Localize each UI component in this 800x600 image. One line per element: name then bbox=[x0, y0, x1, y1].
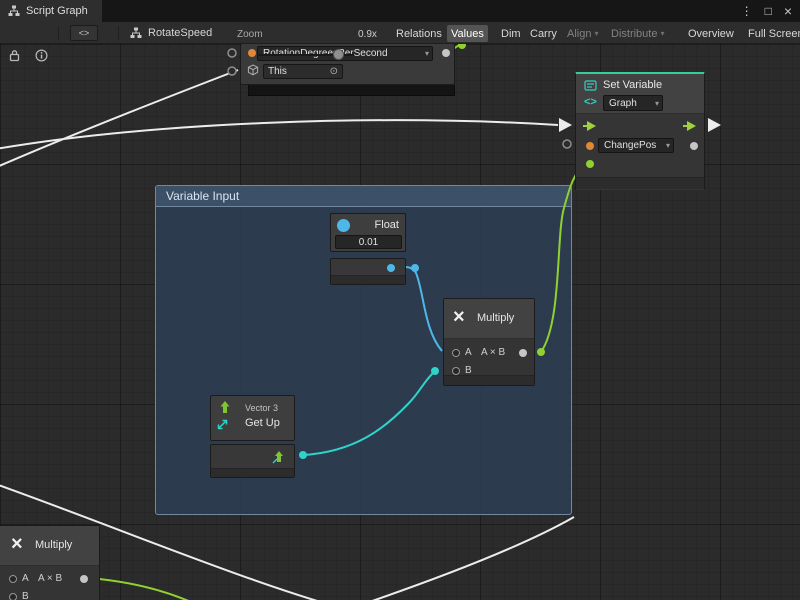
chevron-down-icon: ▾ bbox=[662, 141, 670, 150]
node-multiply[interactable]: × Multiply A A × B B bbox=[443, 298, 535, 386]
zoom-label: Zoom bbox=[237, 29, 263, 40]
overview-button[interactable]: Overview bbox=[684, 25, 738, 42]
values-button[interactable]: Values bbox=[447, 25, 488, 42]
port-label-b: B bbox=[22, 591, 29, 600]
node-set-variable[interactable]: Set Variable <> Graph ▾ ChangePos ▾ bbox=[575, 72, 705, 190]
node-rotation-variable[interactable]: RotationDegreesPerSecond ▾ This ⊙ bbox=[240, 44, 455, 85]
title-bar: Script Graph ⋮ □ × bbox=[0, 0, 800, 22]
port-input-b[interactable] bbox=[9, 593, 17, 600]
diagonal-arrows-icon bbox=[216, 418, 229, 431]
vector-output-port-icon[interactable] bbox=[271, 450, 287, 465]
set-variable-name-dropdown[interactable]: ChangePos ▾ bbox=[598, 138, 674, 153]
carry-button[interactable]: Carry bbox=[526, 25, 561, 42]
chevron-down-icon: ▾ bbox=[421, 49, 429, 58]
set-variable-name: ChangePos bbox=[604, 140, 656, 151]
node-float-body[interactable] bbox=[330, 258, 406, 285]
variable-kind: Graph bbox=[609, 98, 637, 109]
zoom-value: 0.9x bbox=[358, 29, 377, 40]
dim-button[interactable]: Dim bbox=[497, 25, 525, 42]
group-title: Variable Input bbox=[166, 189, 239, 203]
script-graph-icon bbox=[8, 5, 20, 17]
variable-kind-dropdown[interactable]: Graph ▾ bbox=[603, 95, 663, 111]
multiply-icon: × bbox=[453, 307, 465, 327]
set-variable-icon bbox=[584, 79, 597, 92]
code-icon: <> bbox=[584, 96, 597, 108]
distribute-button[interactable]: Distribute ▾ bbox=[607, 25, 668, 42]
code-view-button[interactable]: <> bbox=[70, 25, 98, 41]
lock-icon[interactable] bbox=[9, 49, 20, 62]
node-get-up-body[interactable] bbox=[210, 444, 295, 478]
graph-toolbar: <> RotateSpeed Zoom 0.9x Relations Value… bbox=[0, 22, 800, 44]
up-arrow-icon bbox=[219, 400, 231, 414]
chevron-down-icon: ▾ bbox=[594, 29, 598, 38]
node-footer bbox=[331, 275, 405, 284]
port-input-a[interactable] bbox=[452, 349, 460, 357]
port-float-output[interactable] bbox=[387, 264, 395, 272]
node-header[interactable]: × Multiply bbox=[444, 299, 534, 339]
port-output[interactable] bbox=[519, 349, 527, 357]
flow-out-arrow[interactable] bbox=[683, 120, 697, 132]
node-footer bbox=[211, 468, 294, 477]
node-footer bbox=[576, 177, 704, 189]
info-icon[interactable] bbox=[35, 49, 48, 62]
port-label-a: A bbox=[465, 347, 472, 358]
node-float-header[interactable]: Float 0.01 bbox=[330, 213, 406, 252]
script-graph-window: Variable Input RotationDegreesPerSecond … bbox=[0, 0, 800, 600]
target-picker-icon[interactable]: ⊙ bbox=[330, 66, 338, 77]
graph-icon bbox=[130, 27, 142, 39]
node-title: Set Variable bbox=[603, 79, 662, 91]
tab-script-graph[interactable]: Script Graph bbox=[0, 0, 102, 22]
port-output[interactable] bbox=[442, 49, 450, 57]
port-variable-orange[interactable] bbox=[586, 142, 594, 150]
node-title: Multiply bbox=[35, 539, 72, 551]
node-header[interactable]: Set Variable <> Graph ▾ bbox=[576, 74, 704, 114]
node-header[interactable]: × Multiply bbox=[0, 526, 99, 566]
port-output[interactable] bbox=[80, 575, 88, 583]
port-label-a: A bbox=[22, 573, 29, 584]
float-type-icon bbox=[337, 219, 350, 232]
maximize-icon[interactable]: □ bbox=[765, 5, 772, 17]
port-label-out: A × B bbox=[38, 573, 62, 584]
float-value: 0.01 bbox=[359, 237, 378, 248]
node-get-up-header[interactable]: Vector 3 Get Up bbox=[210, 395, 295, 441]
node-title: Get Up bbox=[245, 417, 280, 429]
graph-breadcrumb[interactable]: RotateSpeed bbox=[130, 22, 212, 44]
port-variable-orange[interactable] bbox=[248, 49, 256, 57]
port-label-out: A × B bbox=[481, 347, 505, 358]
code-icon: <> bbox=[79, 28, 90, 38]
target-object-field[interactable]: This ⊙ bbox=[263, 64, 343, 79]
node-multiply-2[interactable]: × Multiply A A × B B bbox=[0, 525, 100, 600]
target-value: This bbox=[268, 66, 287, 77]
node-title: Float bbox=[375, 219, 399, 231]
full-screen-button[interactable]: Full Screen bbox=[744, 25, 800, 42]
relations-button[interactable]: Relations bbox=[392, 25, 446, 42]
zoom-slider-handle[interactable] bbox=[333, 49, 344, 60]
kebab-menu-icon[interactable]: ⋮ bbox=[741, 5, 753, 17]
multiply-icon: × bbox=[11, 534, 23, 554]
cube-icon bbox=[247, 64, 259, 76]
tab-title: Script Graph bbox=[26, 5, 88, 17]
close-icon[interactable]: × bbox=[784, 4, 792, 18]
chevron-down-icon: ▾ bbox=[651, 99, 659, 108]
chevron-down-icon: ▾ bbox=[660, 29, 664, 38]
float-value-field[interactable]: 0.01 bbox=[335, 235, 402, 249]
node-title: Multiply bbox=[477, 312, 514, 324]
node-footer bbox=[444, 375, 534, 385]
node-footer-strip bbox=[248, 85, 455, 96]
toolbar-separator bbox=[58, 26, 59, 40]
port-input-b[interactable] bbox=[452, 367, 460, 375]
port-input-a[interactable] bbox=[9, 575, 17, 583]
group-header[interactable]: Variable Input bbox=[156, 186, 571, 207]
node-type-label: Vector 3 bbox=[245, 403, 278, 413]
port-input-value[interactable] bbox=[586, 160, 594, 168]
align-button[interactable]: Align ▾ bbox=[563, 25, 602, 42]
flow-in-arrow[interactable] bbox=[583, 120, 597, 132]
toolbar-separator bbox=[118, 26, 119, 40]
port-output[interactable] bbox=[690, 142, 698, 150]
graph-name: RotateSpeed bbox=[148, 27, 212, 39]
window-controls: ⋮ □ × bbox=[741, 0, 792, 22]
